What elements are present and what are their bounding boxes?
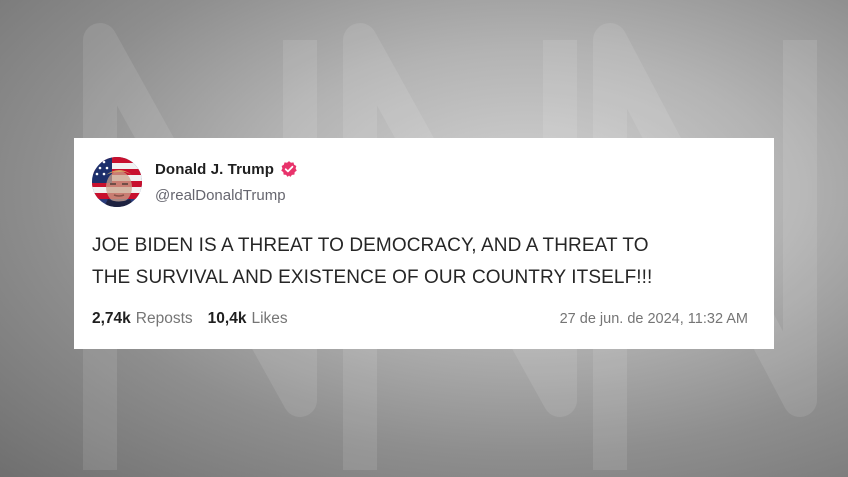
reposts-stat[interactable]: 2,74k Reposts (92, 310, 193, 328)
post-stats: 2,74k Reposts 10,4k Likes (92, 310, 288, 328)
author-handle[interactable]: @realDonaldTrump (155, 187, 286, 204)
likes-stat[interactable]: 10,4k Likes (208, 310, 288, 328)
likes-label: Likes (251, 310, 288, 327)
avatar[interactable] (92, 157, 142, 207)
post-card: Donald J. Trump @realDonaldTrump JOE BID… (74, 138, 774, 349)
author-display-name[interactable]: Donald J. Trump (155, 161, 274, 178)
post-text: JOE BIDEN IS A THREAT TO DEMOCRACY, AND … (92, 230, 756, 294)
post-text-line: THE SURVIVAL AND EXISTENCE OF OUR COUNTR… (92, 267, 653, 288)
post-text-line: JOE BIDEN IS A THREAT TO DEMOCRACY, AND … (92, 235, 649, 256)
reposts-count: 2,74k (92, 310, 131, 327)
likes-count: 10,4k (207, 310, 247, 327)
reposts-label: Reposts (135, 310, 193, 327)
author-name-row: Donald J. Trump (155, 159, 298, 179)
verified-badge-icon (281, 161, 297, 177)
post-timestamp[interactable]: 27 de jun. de 2024, 11:32 AM (560, 311, 748, 327)
